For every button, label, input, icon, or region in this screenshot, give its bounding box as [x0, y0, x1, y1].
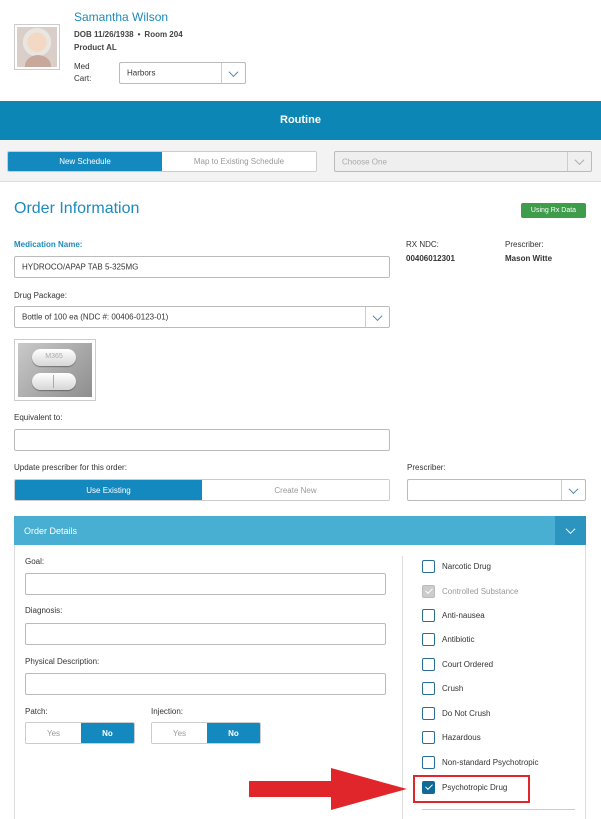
checkbox-row[interactable]: Court Ordered: [422, 658, 493, 671]
medication-name-label: Medication Name:: [14, 240, 83, 249]
rx-ndc-label: RX NDC:: [406, 240, 439, 249]
med-cart-select[interactable]: Harbors: [119, 62, 246, 84]
red-arrow-icon: [249, 768, 407, 810]
pill-image: M365: [14, 339, 96, 401]
checkbox-row: Controlled Substance: [422, 585, 519, 598]
checkmark-icon: [424, 586, 433, 594]
equivalent-input[interactable]: [14, 429, 390, 451]
highlight-box: [413, 775, 530, 803]
patch-yes-button[interactable]: Yes: [26, 723, 81, 743]
patient-room: Room 204: [144, 30, 183, 39]
diagnosis-input[interactable]: [25, 623, 386, 645]
checkbox-row[interactable]: Do Not Crush: [422, 707, 490, 720]
checkbox: [422, 585, 435, 598]
order-information-title: Order Information: [14, 200, 140, 217]
goal-label: Goal:: [25, 557, 45, 566]
chevron-down-icon[interactable]: [567, 152, 591, 171]
checkbox[interactable]: [422, 658, 435, 671]
injection-label: Injection:: [151, 707, 184, 716]
pill-imprint: M365: [45, 353, 63, 360]
physical-description-input[interactable]: [25, 673, 386, 695]
checkbox-row[interactable]: Antibiotic: [422, 633, 474, 646]
routine-header: Routine: [0, 101, 601, 140]
order-details-title: Order Details: [24, 525, 78, 536]
rx-ndc-value: 00406012301: [406, 254, 455, 263]
chevron-down-icon[interactable]: [221, 63, 245, 83]
injection-yes-button[interactable]: Yes: [152, 723, 207, 743]
goal-input[interactable]: [25, 573, 386, 595]
prescriber-select[interactable]: [407, 479, 586, 501]
chevron-down-icon[interactable]: [561, 480, 585, 500]
update-prescriber-label: Update prescriber for this order:: [14, 463, 127, 472]
checkbox-label: Non-standard Psychotropic: [442, 758, 539, 767]
checkbox[interactable]: [422, 560, 435, 573]
patch-toggle: Yes No: [25, 722, 135, 744]
prescriber-mode-toggle: Use Existing Create New: [14, 479, 390, 501]
prescriber-label: Prescriber:: [505, 240, 544, 249]
checkbox-label: Do Not Crush: [442, 709, 491, 718]
med-cart-label: Med Cart:: [74, 62, 92, 83]
create-new-button[interactable]: Create New: [202, 480, 389, 500]
use-existing-button[interactable]: Use Existing: [15, 480, 202, 500]
drug-package-value: Bottle of 100 ea (NDC #: 00406-0123-01): [22, 312, 169, 322]
drug-package-label: Drug Package:: [14, 291, 67, 300]
diagnosis-label: Diagnosis:: [25, 606, 63, 615]
separator-dot: •: [137, 30, 141, 39]
checkbox[interactable]: [422, 707, 435, 720]
schedule-toggle: New Schedule Map to Existing Schedule: [7, 151, 317, 172]
checkbox-row[interactable]: Hazardous: [422, 731, 481, 744]
order-details-header[interactable]: Order Details: [14, 516, 586, 545]
med-cart-value: Harbors: [127, 68, 156, 78]
checkbox[interactable]: [422, 682, 435, 695]
checkbox-label: Hazardous: [442, 733, 481, 742]
chevron-down-icon[interactable]: [365, 307, 389, 327]
patient-product: Product AL: [74, 43, 117, 52]
prescriber-select-label: Prescriber:: [407, 463, 446, 472]
checkbox-row[interactable]: Narcotic Drug: [422, 560, 491, 573]
medication-name-input[interactable]: HYDROCO/APAP TAB 5-325MG: [14, 256, 390, 278]
checkbox-label: Anti-nausea: [442, 611, 485, 620]
medication-name-value: HYDROCO/APAP TAB 5-325MG: [22, 262, 139, 272]
checkbox[interactable]: [422, 633, 435, 646]
patch-no-button[interactable]: No: [81, 723, 134, 743]
patient-photo: [14, 24, 60, 70]
patient-dob: DOB 11/26/1938: [74, 30, 134, 39]
prescriber-value: Mason Witte: [505, 254, 553, 263]
physical-description-label: Physical Description:: [25, 657, 100, 666]
checkbox[interactable]: [422, 756, 435, 769]
checkbox-label: Narcotic Drug: [442, 562, 491, 571]
existing-schedule-select[interactable]: Choose One: [334, 151, 592, 172]
checkbox-label: Court Ordered: [442, 660, 494, 669]
checkbox-label: Controlled Substance: [442, 587, 519, 596]
existing-schedule-placeholder: Choose One: [342, 157, 387, 166]
checkbox-row[interactable]: Anti-nausea: [422, 609, 485, 622]
injection-no-button[interactable]: No: [207, 723, 260, 743]
checkbox[interactable]: [422, 609, 435, 622]
patch-label: Patch:: [25, 707, 48, 716]
checkbox-label: Crush: [442, 684, 464, 693]
patient-name[interactable]: Samantha Wilson: [74, 10, 168, 24]
map-existing-schedule-button[interactable]: Map to Existing Schedule: [162, 152, 316, 171]
equivalent-label: Equivalent to:: [14, 413, 63, 422]
chevron-down-icon[interactable]: [555, 516, 586, 545]
checkbox-row[interactable]: Non-standard Psychotropic: [422, 756, 539, 769]
checkbox-row[interactable]: Crush: [422, 682, 463, 695]
injection-toggle: Yes No: [151, 722, 261, 744]
using-rx-data-badge: Using Rx Data: [521, 203, 586, 218]
new-schedule-button[interactable]: New Schedule: [8, 152, 162, 171]
drug-package-select[interactable]: Bottle of 100 ea (NDC #: 00406-0123-01): [14, 306, 390, 328]
flags-bottom-divider: [422, 809, 575, 810]
patient-meta: DOB 11/26/1938 • Room 204: [74, 30, 183, 39]
checkbox[interactable]: [422, 731, 435, 744]
checkbox-label: Antibiotic: [442, 635, 475, 644]
